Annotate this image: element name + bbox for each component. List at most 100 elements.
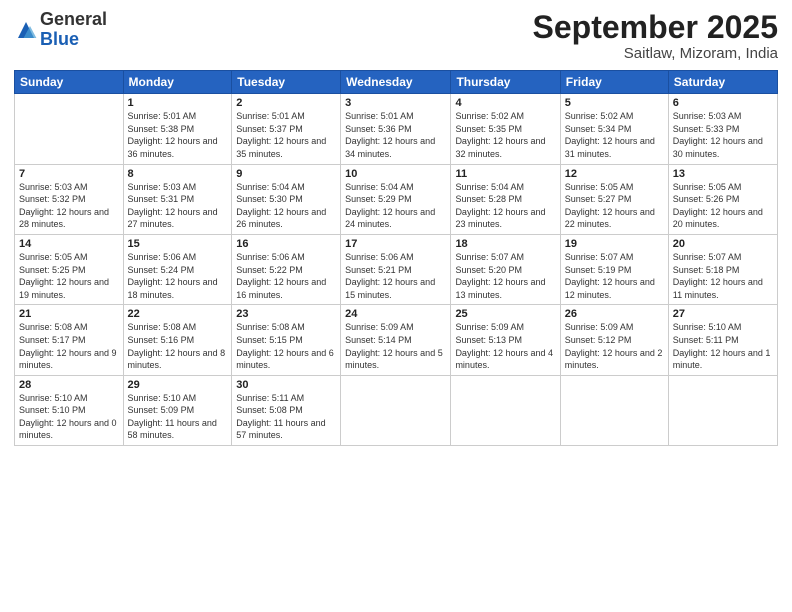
day-info: Sunrise: 5:04 AMSunset: 5:29 PMDaylight:… <box>345 181 446 231</box>
day-number: 8 <box>128 168 228 180</box>
calendar-week-row: 7Sunrise: 5:03 AMSunset: 5:32 PMDaylight… <box>15 164 778 234</box>
day-info: Sunrise: 5:03 AMSunset: 5:31 PMDaylight:… <box>128 181 228 231</box>
month-title: September 2025 <box>533 10 778 45</box>
weekday-header: Thursday <box>451 71 560 94</box>
calendar-cell <box>560 375 668 445</box>
calendar-cell <box>341 375 451 445</box>
calendar-cell: 11Sunrise: 5:04 AMSunset: 5:28 PMDayligh… <box>451 164 560 234</box>
day-info: Sunrise: 5:03 AMSunset: 5:32 PMDaylight:… <box>19 181 119 231</box>
weekday-header: Friday <box>560 71 668 94</box>
day-info: Sunrise: 5:01 AMSunset: 5:37 PMDaylight:… <box>236 110 336 160</box>
day-info: Sunrise: 5:09 AMSunset: 5:13 PMDaylight:… <box>455 321 555 371</box>
calendar-week-row: 28Sunrise: 5:10 AMSunset: 5:10 PMDayligh… <box>15 375 778 445</box>
day-info: Sunrise: 5:08 AMSunset: 5:16 PMDaylight:… <box>128 321 228 371</box>
day-number: 26 <box>565 308 664 320</box>
day-number: 22 <box>128 308 228 320</box>
calendar-cell: 22Sunrise: 5:08 AMSunset: 5:16 PMDayligh… <box>123 305 232 375</box>
day-info: Sunrise: 5:02 AMSunset: 5:35 PMDaylight:… <box>455 110 555 160</box>
calendar-cell: 4Sunrise: 5:02 AMSunset: 5:35 PMDaylight… <box>451 94 560 164</box>
page: General Blue September 2025 Saitlaw, Miz… <box>0 0 792 612</box>
calendar-cell: 10Sunrise: 5:04 AMSunset: 5:29 PMDayligh… <box>341 164 451 234</box>
day-number: 3 <box>345 97 446 109</box>
logo-blue: Blue <box>40 30 107 50</box>
day-number: 12 <box>565 168 664 180</box>
calendar-body: 1Sunrise: 5:01 AMSunset: 5:38 PMDaylight… <box>15 94 778 446</box>
calendar-cell: 15Sunrise: 5:06 AMSunset: 5:24 PMDayligh… <box>123 234 232 304</box>
weekday-header: Monday <box>123 71 232 94</box>
calendar-cell: 2Sunrise: 5:01 AMSunset: 5:37 PMDaylight… <box>232 94 341 164</box>
calendar-cell: 23Sunrise: 5:08 AMSunset: 5:15 PMDayligh… <box>232 305 341 375</box>
logo-text: General Blue <box>40 10 107 50</box>
calendar-cell: 3Sunrise: 5:01 AMSunset: 5:36 PMDaylight… <box>341 94 451 164</box>
day-info: Sunrise: 5:05 AMSunset: 5:26 PMDaylight:… <box>673 181 773 231</box>
day-number: 16 <box>236 238 336 250</box>
calendar-cell: 26Sunrise: 5:09 AMSunset: 5:12 PMDayligh… <box>560 305 668 375</box>
day-number: 25 <box>455 308 555 320</box>
calendar-cell: 18Sunrise: 5:07 AMSunset: 5:20 PMDayligh… <box>451 234 560 304</box>
header: General Blue September 2025 Saitlaw, Miz… <box>14 10 778 62</box>
day-number: 15 <box>128 238 228 250</box>
day-info: Sunrise: 5:01 AMSunset: 5:38 PMDaylight:… <box>128 110 228 160</box>
calendar-cell: 13Sunrise: 5:05 AMSunset: 5:26 PMDayligh… <box>668 164 777 234</box>
day-info: Sunrise: 5:04 AMSunset: 5:28 PMDaylight:… <box>455 181 555 231</box>
day-info: Sunrise: 5:01 AMSunset: 5:36 PMDaylight:… <box>345 110 446 160</box>
calendar-cell: 24Sunrise: 5:09 AMSunset: 5:14 PMDayligh… <box>341 305 451 375</box>
day-info: Sunrise: 5:08 AMSunset: 5:15 PMDaylight:… <box>236 321 336 371</box>
calendar-cell <box>451 375 560 445</box>
title-block: September 2025 Saitlaw, Mizoram, India <box>533 10 778 62</box>
calendar-cell <box>15 94 124 164</box>
calendar-cell: 30Sunrise: 5:11 AMSunset: 5:08 PMDayligh… <box>232 375 341 445</box>
day-number: 19 <box>565 238 664 250</box>
day-number: 29 <box>128 379 228 391</box>
day-info: Sunrise: 5:02 AMSunset: 5:34 PMDaylight:… <box>565 110 664 160</box>
day-info: Sunrise: 5:09 AMSunset: 5:12 PMDaylight:… <box>565 321 664 371</box>
day-info: Sunrise: 5:06 AMSunset: 5:22 PMDaylight:… <box>236 251 336 301</box>
logo-general: General <box>40 10 107 30</box>
calendar-cell: 17Sunrise: 5:06 AMSunset: 5:21 PMDayligh… <box>341 234 451 304</box>
calendar-cell: 14Sunrise: 5:05 AMSunset: 5:25 PMDayligh… <box>15 234 124 304</box>
day-number: 2 <box>236 97 336 109</box>
day-info: Sunrise: 5:09 AMSunset: 5:14 PMDaylight:… <box>345 321 446 371</box>
day-number: 13 <box>673 168 773 180</box>
day-info: Sunrise: 5:07 AMSunset: 5:19 PMDaylight:… <box>565 251 664 301</box>
day-info: Sunrise: 5:07 AMSunset: 5:18 PMDaylight:… <box>673 251 773 301</box>
logo: General Blue <box>14 10 107 50</box>
day-info: Sunrise: 5:07 AMSunset: 5:20 PMDaylight:… <box>455 251 555 301</box>
calendar-header-row: SundayMondayTuesdayWednesdayThursdayFrid… <box>15 71 778 94</box>
day-number: 1 <box>128 97 228 109</box>
weekday-header: Wednesday <box>341 71 451 94</box>
calendar-cell: 5Sunrise: 5:02 AMSunset: 5:34 PMDaylight… <box>560 94 668 164</box>
calendar: SundayMondayTuesdayWednesdayThursdayFrid… <box>14 70 778 446</box>
day-info: Sunrise: 5:04 AMSunset: 5:30 PMDaylight:… <box>236 181 336 231</box>
weekday-header: Saturday <box>668 71 777 94</box>
calendar-cell: 16Sunrise: 5:06 AMSunset: 5:22 PMDayligh… <box>232 234 341 304</box>
day-number: 14 <box>19 238 119 250</box>
day-info: Sunrise: 5:10 AMSunset: 5:11 PMDaylight:… <box>673 321 773 371</box>
day-info: Sunrise: 5:08 AMSunset: 5:17 PMDaylight:… <box>19 321 119 371</box>
day-info: Sunrise: 5:11 AMSunset: 5:08 PMDaylight:… <box>236 392 336 442</box>
day-number: 11 <box>455 168 555 180</box>
day-number: 30 <box>236 379 336 391</box>
calendar-cell: 12Sunrise: 5:05 AMSunset: 5:27 PMDayligh… <box>560 164 668 234</box>
day-number: 5 <box>565 97 664 109</box>
day-number: 20 <box>673 238 773 250</box>
calendar-cell: 6Sunrise: 5:03 AMSunset: 5:33 PMDaylight… <box>668 94 777 164</box>
day-number: 10 <box>345 168 446 180</box>
weekday-header: Sunday <box>15 71 124 94</box>
day-info: Sunrise: 5:06 AMSunset: 5:24 PMDaylight:… <box>128 251 228 301</box>
day-number: 6 <box>673 97 773 109</box>
calendar-cell: 27Sunrise: 5:10 AMSunset: 5:11 PMDayligh… <box>668 305 777 375</box>
calendar-cell: 7Sunrise: 5:03 AMSunset: 5:32 PMDaylight… <box>15 164 124 234</box>
day-info: Sunrise: 5:06 AMSunset: 5:21 PMDaylight:… <box>345 251 446 301</box>
day-number: 4 <box>455 97 555 109</box>
calendar-cell: 25Sunrise: 5:09 AMSunset: 5:13 PMDayligh… <box>451 305 560 375</box>
calendar-cell: 20Sunrise: 5:07 AMSunset: 5:18 PMDayligh… <box>668 234 777 304</box>
location: Saitlaw, Mizoram, India <box>533 45 778 62</box>
weekday-header: Tuesday <box>232 71 341 94</box>
day-info: Sunrise: 5:05 AMSunset: 5:25 PMDaylight:… <box>19 251 119 301</box>
calendar-week-row: 14Sunrise: 5:05 AMSunset: 5:25 PMDayligh… <box>15 234 778 304</box>
calendar-week-row: 1Sunrise: 5:01 AMSunset: 5:38 PMDaylight… <box>15 94 778 164</box>
calendar-cell: 1Sunrise: 5:01 AMSunset: 5:38 PMDaylight… <box>123 94 232 164</box>
calendar-cell: 21Sunrise: 5:08 AMSunset: 5:17 PMDayligh… <box>15 305 124 375</box>
day-number: 23 <box>236 308 336 320</box>
